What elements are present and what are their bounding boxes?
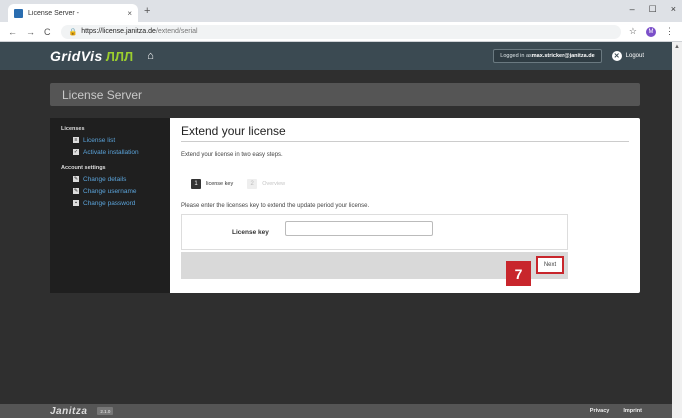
version-badge: 2.1.0: [97, 407, 114, 415]
sidebar-item-change-password[interactable]: ▪ Change password: [73, 198, 170, 208]
logout-icon: ✕: [611, 51, 622, 61]
url-field[interactable]: 🔒 https://license.janitza.de /extend/ser…: [60, 24, 621, 39]
minimize-icon[interactable]: –: [630, 4, 635, 15]
logout-label: Logout: [625, 53, 644, 59]
gridvis-logo[interactable]: GridVis: [50, 48, 103, 64]
sidebar-item-label: Change username: [83, 187, 137, 195]
tab-close-icon[interactable]: ×: [127, 9, 132, 18]
url-host: https://license.janitza.de: [81, 28, 156, 35]
nav-buttons: ← → C: [8, 27, 51, 37]
sidebar-item-activate-installation[interactable]: ✓ Activate installation: [73, 147, 170, 157]
address-bar: ← → C 🔒 https://license.janitza.de /exte…: [0, 22, 682, 42]
wizard-steps: 1 license key 2 Overview: [191, 179, 293, 189]
checkbox-icon: ✓: [73, 149, 79, 155]
scroll-up-icon[interactable]: ▲: [674, 44, 680, 50]
url-path: /extend/serial: [155, 28, 198, 35]
page-scrollbar[interactable]: ▲: [672, 42, 682, 418]
intro-text: Extend your license in two easy steps.: [181, 152, 283, 158]
sidebar-item-label: Change password: [83, 199, 136, 207]
banner-title: License Server: [62, 87, 143, 102]
back-icon[interactable]: ←: [8, 27, 17, 37]
step-number: 1: [191, 179, 201, 189]
page-banner: License Server: [50, 83, 640, 106]
user-edit-icon: ✎: [73, 176, 79, 182]
browser-tab[interactable]: License Server - ×: [8, 4, 138, 22]
step-license-key: 1 license key: [191, 179, 233, 189]
license-key-label: License key: [232, 229, 269, 236]
app-header: GridVis ЛЛЛ ⌂ Logged in as max.stricker@…: [0, 42, 672, 70]
janitza-logo: Janitza: [50, 405, 88, 417]
footer-links: Privacy Imprint: [590, 408, 642, 414]
new-tab-icon[interactable]: +: [144, 5, 150, 17]
favicon-icon: [14, 8, 23, 18]
title-divider: [181, 141, 629, 142]
page-title: Extend your license: [181, 124, 286, 138]
sidebar-item-change-username[interactable]: ✎ Change username: [73, 186, 170, 196]
browser-tabbar: License Server - × + – ☐ ×: [0, 0, 682, 22]
list-icon: ≡: [73, 137, 79, 143]
maximize-icon[interactable]: ☐: [649, 4, 657, 15]
sidebar-section-account-settings: Account settings: [61, 165, 106, 171]
logged-in-user-button[interactable]: Logged in as max.stricker@janitza.de: [493, 49, 602, 63]
star-icon[interactable]: ☆: [629, 26, 637, 37]
logged-in-user: max.stricker@janitza.de: [531, 53, 595, 59]
license-key-form: License key: [181, 214, 568, 250]
forward-icon[interactable]: →: [26, 27, 35, 37]
next-button[interactable]: Next: [536, 256, 564, 274]
sidebar-section-licenses: Licenses: [61, 126, 85, 132]
step-overview: 2 Overview: [247, 179, 285, 189]
lock-icon: 🔒: [68, 28, 78, 36]
sidebar-item-license-list[interactable]: ≡ License list: [73, 135, 170, 145]
lock-icon: ▪: [73, 200, 79, 206]
sidebar: Licenses ≡ License list ✓ Activate insta…: [50, 118, 170, 293]
window-controls: – ☐ ×: [630, 4, 676, 15]
content-card: Extend your license Extend your license …: [170, 118, 640, 293]
profile-avatar[interactable]: M: [646, 26, 656, 37]
close-window-icon[interactable]: ×: [671, 4, 676, 15]
logo-wave-icon: ЛЛЛ: [105, 48, 134, 64]
sidebar-item-label: Change details: [83, 175, 127, 183]
sidebar-item-label: Activate installation: [83, 148, 139, 156]
privacy-link[interactable]: Privacy: [590, 408, 610, 414]
logout-button[interactable]: ✕ Logout: [611, 51, 644, 61]
sidebar-item-change-details[interactable]: ✎ Change details: [73, 174, 170, 184]
step-label: license key: [206, 181, 234, 187]
user-edit-icon: ✎: [73, 188, 79, 194]
menu-icon[interactable]: ⋮: [665, 26, 674, 37]
reload-icon[interactable]: C: [44, 27, 51, 37]
logged-in-prefix: Logged in as: [500, 53, 532, 59]
home-icon[interactable]: ⌂: [147, 50, 154, 62]
step-number: 2: [247, 179, 258, 189]
sidebar-item-label: License list: [83, 136, 116, 144]
tab-title: License Server -: [28, 9, 79, 17]
instruction-text: Please enter the licenses key to extend …: [181, 203, 370, 209]
step-label: Overview: [262, 181, 286, 187]
browser-tools: ☆ M ⋮: [629, 26, 674, 37]
license-key-input[interactable]: [285, 221, 433, 236]
page-footer: Janitza 2.1.0 Privacy Imprint: [0, 404, 672, 418]
step-annotation-badge: 7: [506, 261, 531, 286]
imprint-link[interactable]: Imprint: [623, 408, 642, 414]
